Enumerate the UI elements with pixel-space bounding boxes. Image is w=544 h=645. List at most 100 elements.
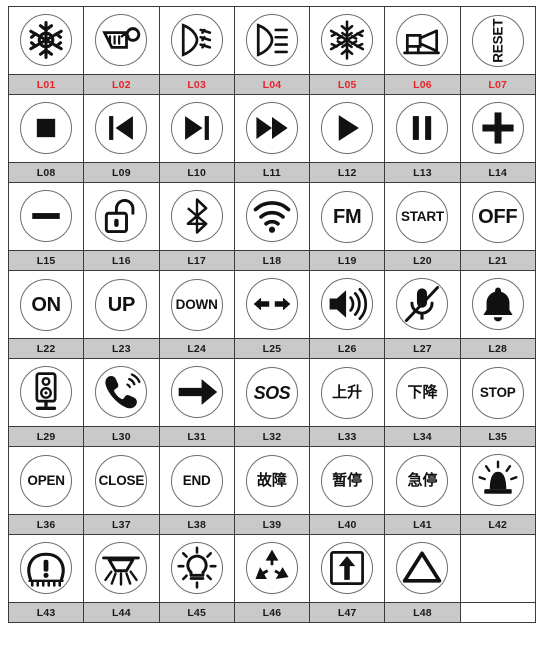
- down-text-icon: DOWN: [175, 296, 218, 312]
- icon-cell-l39[interactable]: 故障: [233, 446, 311, 515]
- recycle-icon: [250, 546, 294, 590]
- low-beam-headlight-icon: [175, 18, 219, 62]
- icon-cell-l06[interactable]: [384, 6, 461, 75]
- icon-cell-l28[interactable]: [459, 270, 536, 339]
- left-right-arrows-icon: [250, 282, 294, 326]
- icon-cell-l33[interactable]: 上升: [309, 358, 386, 427]
- bluetooth-icon: [175, 194, 219, 238]
- icon-cell-l34[interactable]: 下降: [384, 358, 461, 427]
- tire-pressure-warning-icon: [24, 546, 68, 590]
- icon-cell-l17[interactable]: [158, 182, 235, 251]
- icon-cell-l11[interactable]: [233, 94, 311, 163]
- icon-badge: [396, 278, 449, 330]
- icon-code-label: L48: [384, 602, 461, 623]
- icon-cell-l26[interactable]: [309, 270, 386, 339]
- icon-code-label: L03: [158, 74, 235, 95]
- icon-cell-l16[interactable]: [83, 182, 160, 251]
- icon-badge: [170, 190, 223, 242]
- icon-badge: [20, 102, 73, 154]
- icon-code-label: L47: [309, 602, 386, 623]
- icon-cell-l27[interactable]: [384, 270, 461, 339]
- icon-row: RESET: [7, 6, 536, 75]
- icon-cell-l07[interactable]: RESET: [459, 6, 536, 75]
- icon-code-label: L04: [233, 74, 311, 95]
- icon-cell-l24[interactable]: DOWN: [158, 270, 235, 339]
- icon-cell-l14[interactable]: [459, 94, 536, 163]
- icon-cell-l03[interactable]: [158, 6, 235, 75]
- icon-cell-l10[interactable]: [158, 94, 235, 163]
- icon-code-label: L36: [7, 514, 85, 535]
- icon-cell-l42[interactable]: [459, 446, 536, 515]
- stop-text-icon: STOP: [479, 384, 516, 400]
- icon-code-label: L02: [83, 74, 160, 95]
- this-side-up-icon: [325, 546, 369, 590]
- icon-code-label: L34: [384, 426, 461, 447]
- stop-square-icon: [24, 106, 68, 150]
- icon-cell-l18[interactable]: [233, 182, 311, 251]
- icon-code-label: L22: [7, 338, 85, 359]
- wifi-icon: [250, 194, 294, 238]
- snowflake-icon: [325, 18, 369, 62]
- icon-cell-l12[interactable]: [309, 94, 386, 163]
- icon-cell-l04[interactable]: [233, 6, 311, 75]
- icon-cell-l46[interactable]: [233, 534, 311, 603]
- previous-track-icon: [99, 106, 143, 150]
- icon-badge: [245, 278, 298, 330]
- beacon-light-icon: [476, 458, 520, 502]
- icon-badge: 下降: [396, 366, 449, 419]
- icon-badge: [396, 14, 449, 66]
- icon-code-label: L39: [233, 514, 311, 535]
- rear-defroster-icon: [99, 18, 143, 62]
- icon-cell-l47[interactable]: [309, 534, 386, 603]
- icon-cell-l05[interactable]: [309, 6, 386, 75]
- icon-cell-l29[interactable]: [7, 358, 85, 427]
- icon-cell-l35[interactable]: STOP: [459, 358, 536, 427]
- icon-cell-l36[interactable]: OPEN: [7, 446, 85, 515]
- icon-code-label: L40: [309, 514, 386, 535]
- icon-row: ON UP DOWN: [7, 270, 536, 339]
- icon-badge: 急停: [396, 454, 449, 507]
- icon-cell-l20[interactable]: START: [384, 182, 461, 251]
- label-row: L22 L23 L24 L25 L26 L27 L28: [7, 338, 536, 359]
- icon-cell-l44[interactable]: [83, 534, 160, 603]
- icon-code-label: L10: [158, 162, 235, 183]
- icon-cell-l25[interactable]: [233, 270, 311, 339]
- icon-cell-l40[interactable]: 暂停: [309, 446, 386, 515]
- icon-code-label: L23: [83, 338, 160, 359]
- icon-code-label: L06: [384, 74, 461, 95]
- icon-cell-l19[interactable]: FM: [309, 182, 386, 251]
- icon-badge: SOS: [245, 366, 298, 419]
- icon-badge: DOWN: [170, 278, 223, 331]
- icon-cell-l48[interactable]: [384, 534, 461, 603]
- icon-cell-l02[interactable]: [83, 6, 160, 75]
- icon-badge: [321, 542, 374, 594]
- icon-cell-l32[interactable]: SOS: [233, 358, 311, 427]
- volume-up-icon: [325, 282, 369, 326]
- descend-text-icon: 下降: [407, 384, 438, 401]
- icon-code-label: L29: [7, 426, 85, 447]
- icon-cell-l38[interactable]: END: [158, 446, 235, 515]
- icon-cell-l30[interactable]: [83, 358, 160, 427]
- icon-cell-l22[interactable]: ON: [7, 270, 85, 339]
- icon-cell-l21[interactable]: OFF: [459, 182, 536, 251]
- icon-badge: [20, 14, 73, 66]
- icon-badge: [396, 102, 449, 154]
- icon-cell-l31[interactable]: [158, 358, 235, 427]
- plus-icon: [476, 106, 520, 150]
- icon-badge: [95, 542, 148, 594]
- icon-code-label: L01: [7, 74, 85, 95]
- label-row: L43 L44 L45 L46 L47 L48: [7, 602, 536, 623]
- pause-text-icon: 暂停: [332, 472, 363, 489]
- icon-cell-l09[interactable]: [83, 94, 160, 163]
- loudspeaker-stand-icon: [24, 370, 68, 414]
- icon-cell-l01[interactable]: [7, 6, 85, 75]
- icon-cell-l15[interactable]: [7, 182, 85, 251]
- icon-cell-l45[interactable]: [158, 534, 235, 603]
- icon-cell-l41[interactable]: 急停: [384, 446, 461, 515]
- icon-cell-l37[interactable]: CLOSE: [83, 446, 160, 515]
- icon-cell-l13[interactable]: [384, 94, 461, 163]
- icon-cell-l43[interactable]: [7, 534, 85, 603]
- icon-cell-l08[interactable]: [7, 94, 85, 163]
- icon-cell-l23[interactable]: UP: [83, 270, 160, 339]
- icon-badge: [471, 278, 524, 330]
